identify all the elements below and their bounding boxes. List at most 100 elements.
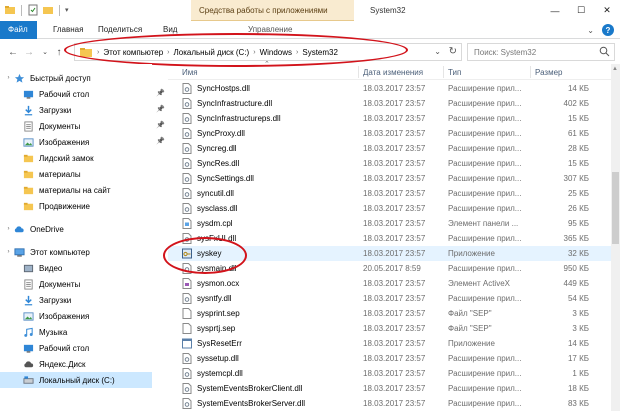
minimize-button[interactable]: — xyxy=(542,0,568,21)
address-bar[interactable]: › Этот компьютер › Локальный диск (C:) ›… xyxy=(74,43,462,61)
recent-locations-button[interactable]: ⌄ xyxy=(38,44,52,60)
sidebar-item-images[interactable]: Изображения xyxy=(0,134,152,150)
file-row[interactable]: syncutil.dll 18.03.2017 23:57 Расширение п… xyxy=(168,186,612,201)
sidebar-item-materials-site[interactable]: материалы на сайт xyxy=(0,182,152,198)
vertical-scrollbar[interactable]: ▲ xyxy=(611,64,620,411)
up-button[interactable]: ↑ xyxy=(52,44,66,60)
scrollbar-thumb[interactable] xyxy=(612,172,619,244)
sidebar-item-video[interactable]: Видео xyxy=(0,260,152,276)
file-row[interactable]: sysprtj.sep 18.03.2017 23:57 Файл "SEP" 3 К… xyxy=(168,321,612,336)
file-row[interactable]: SyncInfrastructureps.dll 18.03.2017 23:57… xyxy=(168,111,612,126)
file-row[interactable]: syskey 18.03.2017 23:57 Приложение 32 КБ xyxy=(168,246,612,261)
new-folder-icon[interactable] xyxy=(42,4,54,16)
tab-home[interactable]: Главная xyxy=(53,21,83,39)
breadcrumb-separator[interactable]: › xyxy=(97,49,99,56)
sidebar-item-images-pc[interactable]: Изображения xyxy=(0,308,152,324)
file-row[interactable]: sysntfy.dll 18.03.2017 23:57 Расширение пр… xyxy=(168,291,612,306)
sidebar-item-onedrive[interactable]: › OneDrive xyxy=(0,221,152,237)
breadcrumb-separator[interactable]: › xyxy=(296,49,298,56)
back-button[interactable]: ← xyxy=(6,44,20,60)
file-row[interactable]: sysmon.ocx 18.03.2017 23:57 Элемент Active… xyxy=(168,276,612,291)
tab-file[interactable]: Файл xyxy=(0,21,37,39)
file-type: Расширение прил... xyxy=(448,369,522,378)
column-type[interactable]: Тип xyxy=(448,68,461,77)
expand-chevron-icon[interactable]: › xyxy=(4,249,13,255)
sidebar-item-quick-access[interactable]: › Быстрый доступ xyxy=(0,70,152,86)
expand-ribbon-icon[interactable]: ⌄ xyxy=(587,26,594,35)
breadcrumb-separator[interactable]: › xyxy=(167,49,169,56)
file-row[interactable]: SyncSettings.dll 18.03.2017 23:57 Расширен… xyxy=(168,171,612,186)
maximize-button[interactable]: ☐ xyxy=(568,0,594,21)
breadcrumb-system32[interactable]: System32 xyxy=(302,48,338,57)
sidebar-item-this-pc[interactable]: › Этот компьютер xyxy=(0,244,152,260)
sidebar-item-promotion[interactable]: Продвижение xyxy=(0,198,152,214)
customize-toolbar-icon[interactable]: ▾ xyxy=(65,6,69,14)
sidebar-item-materials[interactable]: материалы xyxy=(0,166,152,182)
file-row[interactable]: SystemEventsBrokerServer.dll 18.03.2017 2… xyxy=(168,396,612,411)
breadcrumb-separator[interactable]: › xyxy=(253,49,255,56)
file-type: Расширение прил... xyxy=(448,384,522,393)
file-row[interactable]: syssetup.dll 18.03.2017 23:57 Расширение п… xyxy=(168,351,612,366)
file-type: Элемент ActiveX xyxy=(448,279,510,288)
file-size: 26 КБ xyxy=(567,204,589,213)
dll-icon xyxy=(182,398,192,409)
properties-icon[interactable] xyxy=(27,4,39,16)
breadcrumb-local-disk[interactable]: Локальный диск (C:) xyxy=(174,48,250,57)
file-row[interactable]: sysmain.dll 20.05.2017 8:59 Расширение при… xyxy=(168,261,612,276)
file-size: 54 КБ xyxy=(567,294,589,303)
column-divider[interactable] xyxy=(530,66,531,78)
sidebar-item-downloads[interactable]: Загрузки xyxy=(0,102,152,118)
tab-view[interactable]: Вид xyxy=(163,21,177,39)
tab-share[interactable]: Поделиться xyxy=(98,21,142,39)
search-input[interactable]: Поиск: System32 xyxy=(467,43,615,61)
scroll-up-icon[interactable]: ▲ xyxy=(612,66,618,72)
file-icon xyxy=(182,308,192,319)
sidebar-item-music[interactable]: Музыка xyxy=(0,324,152,340)
file-row[interactable]: sysFxUI.dll 18.03.2017 23:57 Расширение пр… xyxy=(168,231,612,246)
file-row[interactable]: sysprint.sep 18.03.2017 23:57 Файл "SEP" 3 … xyxy=(168,306,612,321)
file-row[interactable]: systemcpl.dll 18.03.2017 23:57 Расширение … xyxy=(168,366,612,381)
file-row[interactable]: Syncreg.dll 18.03.2017 23:57 Расширение пр… xyxy=(168,141,612,156)
pin-icon[interactable]: 📌 xyxy=(156,105,165,113)
file-row[interactable]: SyncHostps.dll 18.03.2017 23:57 Расширение… xyxy=(168,81,612,96)
close-button[interactable]: ✕ xyxy=(594,0,620,21)
column-divider[interactable] xyxy=(443,66,444,78)
documents-icon xyxy=(22,278,34,290)
file-size: 15 КБ xyxy=(567,159,589,168)
pin-icon[interactable]: 📌 xyxy=(156,121,165,129)
column-date[interactable]: Дата изменения xyxy=(363,68,423,77)
file-row[interactable]: SysResetErr 18.03.2017 23:57 Приложение 14 … xyxy=(168,336,612,351)
pin-icon[interactable]: 📌 xyxy=(156,89,165,97)
sidebar-item-documents-pc[interactable]: Документы xyxy=(0,276,152,292)
sidebar-item-lida-castle[interactable]: Лидский замок xyxy=(0,150,152,166)
breadcrumb-windows[interactable]: Windows xyxy=(260,48,292,57)
sidebar-item-yandex-disk[interactable]: Яндекс.Диск xyxy=(0,356,152,372)
breadcrumb-this-pc[interactable]: Этот компьютер xyxy=(103,48,163,57)
expand-chevron-icon[interactable]: › xyxy=(4,75,13,81)
expand-chevron-icon[interactable]: › xyxy=(4,226,13,232)
sidebar-item-desktop-pc[interactable]: Рабочий стол xyxy=(0,340,152,356)
file-row[interactable]: SyncInfrastructure.dll 18.03.2017 23:57 Ра… xyxy=(168,96,612,111)
pin-icon[interactable]: 📌 xyxy=(156,137,165,145)
column-size[interactable]: Размер xyxy=(535,68,563,77)
sidebar-item-documents[interactable]: Документы xyxy=(0,118,152,134)
file-type: Расширение прил... xyxy=(448,99,522,108)
sidebar-item-local-disk[interactable]: Локальный диск (C:) xyxy=(0,372,152,388)
address-dropdown-icon[interactable]: ⌄ xyxy=(434,47,441,56)
forward-button[interactable]: → xyxy=(22,44,36,60)
column-name[interactable]: Имя xyxy=(182,68,198,77)
sidebar-item-desktop[interactable]: Рабочий стол xyxy=(0,86,152,102)
file-date: 20.05.2017 8:59 xyxy=(363,264,421,273)
file-row[interactable]: sysdm.cpl 18.03.2017 23:57 Элемент панели … xyxy=(168,216,612,231)
sidebar-item-downloads-pc[interactable]: Загрузки xyxy=(0,292,152,308)
file-name: SyncInfrastructure.dll xyxy=(197,99,273,108)
file-row[interactable]: SyncProxy.dll 18.03.2017 23:57 Расширение … xyxy=(168,126,612,141)
file-row[interactable]: SyncRes.dll 18.03.2017 23:57 Расширение пр… xyxy=(168,156,612,171)
file-row[interactable]: SystemEventsBrokerClient.dll 18.03.2017 2… xyxy=(168,381,612,396)
column-divider[interactable] xyxy=(358,66,359,78)
file-row[interactable]: sysclass.dll 18.03.2017 23:57 Расширение п… xyxy=(168,201,612,216)
help-icon[interactable]: ? xyxy=(602,24,614,36)
file-type: Расширение прил... xyxy=(448,354,522,363)
tab-manage[interactable]: Управление xyxy=(248,21,292,39)
refresh-icon[interactable]: ↻ xyxy=(449,46,457,57)
